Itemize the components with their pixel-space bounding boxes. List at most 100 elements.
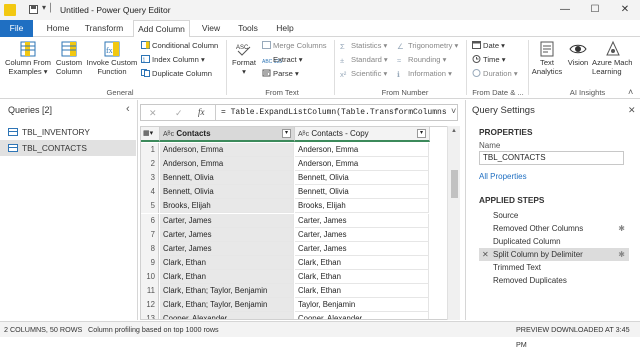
cell-contacts[interactable]: Clark, Ethan; Taylor, Benjamin: [160, 298, 294, 313]
cell-contacts-copy[interactable]: Anderson, Emma: [295, 157, 429, 172]
maximize-button[interactable]: ☐: [580, 0, 610, 20]
applied-step-selected[interactable]: ✕ Split Column by Delimiter ✱: [479, 248, 629, 261]
cell-contacts-copy[interactable]: Taylor, Benjamin: [295, 298, 429, 313]
tab-transform[interactable]: Transform: [80, 20, 128, 37]
tab-home[interactable]: Home: [40, 20, 76, 37]
all-properties-link[interactable]: All Properties: [479, 172, 527, 181]
save-icon[interactable]: [29, 5, 38, 14]
tab-tools[interactable]: Tools: [232, 20, 264, 37]
table-row[interactable]: 13 Cooper, Alexander Cooper, Alexander: [141, 312, 459, 319]
cell-contacts[interactable]: Carter, James: [160, 227, 294, 242]
query-name-field[interactable]: TBL_CONTACTS: [479, 151, 624, 165]
cell-contacts-copy[interactable]: Clark, Ethan: [295, 255, 429, 270]
trigonometry-button[interactable]: ∠ Trigonometry ▾: [397, 41, 458, 51]
cell-contacts[interactable]: Bennett, Olivia: [160, 171, 294, 186]
date-button[interactable]: Date ▾: [472, 41, 505, 51]
table-row[interactable]: 5 Brooks, Elijah Brooks, Elijah: [141, 199, 459, 214]
query-item-tbl-contacts[interactable]: TBL_CONTACTS: [0, 140, 136, 156]
table-row[interactable]: 11 Clark, Ethan; Taylor, Benjamin Clark, E…: [141, 284, 459, 298]
standard-button[interactable]: ± Standard ▾: [340, 55, 388, 65]
step-settings-gear-icon[interactable]: ✱: [618, 222, 625, 235]
applied-step[interactable]: Trimmed Text: [479, 261, 629, 274]
tab-add-column[interactable]: Add Column: [133, 20, 190, 38]
merge-columns-button[interactable]: Merge Columns: [262, 41, 327, 51]
cell-contacts-copy[interactable]: Bennett, Olivia: [295, 185, 429, 200]
quick-access-dropdown[interactable]: ▾ │: [42, 3, 53, 12]
table-row[interactable]: 8 Carter, James Carter, James: [141, 241, 459, 256]
cell-contacts[interactable]: Carter, James: [160, 241, 294, 256]
table-row[interactable]: 7 Carter, James Carter, James: [141, 227, 459, 242]
applied-step[interactable]: Removed Other Columns ✱: [479, 222, 629, 235]
cell-contacts[interactable]: Anderson, Emma: [160, 157, 294, 172]
close-button[interactable]: ✕: [610, 0, 640, 20]
step-settings-gear-icon[interactable]: ✱: [618, 248, 625, 261]
cell-contacts-copy[interactable]: Carter, James: [295, 241, 429, 256]
cell-contacts[interactable]: Cooper, Alexander: [160, 312, 294, 319]
cell-contacts[interactable]: Carter, James: [160, 213, 294, 228]
table-row[interactable]: 1 Anderson, Emma Anderson, Emma: [141, 143, 459, 157]
cell-contacts-copy[interactable]: Clark, Ethan: [295, 269, 429, 284]
cell-contacts-copy[interactable]: Cooper, Alexander: [295, 312, 429, 319]
cell-contacts[interactable]: Anderson, Emma: [160, 143, 294, 157]
vision-button[interactable]: Vision: [564, 40, 592, 68]
scroll-thumb[interactable]: [451, 170, 458, 198]
applied-step[interactable]: Source: [479, 209, 629, 222]
delete-step-icon[interactable]: ✕: [482, 248, 489, 261]
tab-help[interactable]: Help: [270, 20, 300, 37]
custom-column-button[interactable]: Custom Column: [54, 40, 84, 76]
cancel-formula-icon[interactable]: ✕: [149, 108, 157, 119]
query-item-tbl-inventory[interactable]: TBL_INVENTORY: [0, 124, 136, 140]
column-filter-icon[interactable]: ▾: [417, 129, 426, 138]
table-row[interactable]: 4 Bennett, Olivia Bennett, Olivia: [141, 185, 459, 200]
column-from-examples-button[interactable]: Column From Examples ▾: [3, 40, 53, 76]
invoke-custom-function-button[interactable]: fx Invoke Custom Function: [85, 40, 139, 76]
table-row[interactable]: 12 Clark, Ethan; Taylor, Benjamin Taylor,…: [141, 298, 459, 313]
scroll-up-icon[interactable]: ▲: [451, 128, 457, 134]
formula-input[interactable]: = Table.ExpandListColumn(Table.Transform…: [221, 108, 447, 117]
cell-contacts-copy[interactable]: Carter, James: [295, 213, 429, 228]
parse-button[interactable]: Parse ▾: [262, 69, 299, 79]
duplicate-column-button[interactable]: Duplicate Column: [141, 69, 212, 79]
tab-view[interactable]: View: [196, 20, 226, 37]
applied-step[interactable]: Removed Duplicates: [479, 274, 629, 287]
collapse-queries-icon[interactable]: ‹: [126, 103, 130, 115]
close-settings-icon[interactable]: ✕: [628, 105, 636, 116]
table-row[interactable]: 10 Clark, Ethan Clark, Ethan: [141, 269, 459, 284]
time-button[interactable]: Time ▾: [472, 55, 506, 65]
duration-button[interactable]: Duration ▾: [472, 69, 518, 79]
extract-button[interactable]: ABC 123Extract ▾: [262, 55, 303, 68]
cell-contacts-copy[interactable]: Anderson, Emma: [295, 143, 429, 157]
applied-step[interactable]: Duplicated Column: [479, 235, 629, 248]
cell-contacts[interactable]: Clark, Ethan; Taylor, Benjamin: [160, 284, 294, 298]
grid-scrollbar[interactable]: ▲: [447, 126, 460, 320]
rounding-button[interactable]: ≈ Rounding ▾: [397, 55, 446, 65]
index-column-button[interactable]: 1 Index Column ▾: [141, 55, 205, 65]
expand-formula-icon[interactable]: ˅: [451, 106, 456, 116]
text-type-icon[interactable]: Aᴮᴄ: [298, 131, 309, 138]
cell-contacts-copy[interactable]: Carter, James: [295, 227, 429, 242]
cell-contacts[interactable]: Bennett, Olivia: [160, 185, 294, 200]
column-header-contacts-copy[interactable]: Aᴮᴄ Contacts - Copy ▾: [295, 127, 430, 142]
table-row[interactable]: 6 Carter, James Carter, James: [141, 213, 459, 228]
statistics-button[interactable]: Σ Statistics ▾: [340, 41, 387, 51]
column-header-contacts[interactable]: Aᴮᴄ Contacts ▾: [160, 127, 295, 142]
fx-icon[interactable]: fx: [198, 107, 205, 117]
format-button[interactable]: ASC Format ▾: [230, 40, 258, 76]
azure-ml-button[interactable]: Azure Mach Learning: [592, 40, 638, 76]
conditional-column-button[interactable]: Conditional Column: [141, 41, 218, 51]
status-profiling[interactable]: Column profiling based on top 1000 rows: [88, 322, 219, 337]
column-filter-icon[interactable]: ▾: [282, 129, 291, 138]
tab-file[interactable]: File: [0, 20, 33, 37]
collapse-ribbon-icon[interactable]: ˄: [628, 87, 633, 97]
table-menu-icon[interactable]: ▦▾: [141, 127, 160, 142]
cell-contacts[interactable]: Clark, Ethan: [160, 255, 294, 270]
table-row[interactable]: 3 Bennett, Olivia Bennett, Olivia: [141, 171, 459, 186]
text-analytics-button[interactable]: Text Analytics: [530, 40, 564, 76]
minimize-button[interactable]: —: [550, 0, 580, 20]
information-button[interactable]: ℹ Information ▾: [397, 69, 452, 79]
cell-contacts-copy[interactable]: Clark, Ethan: [295, 284, 429, 298]
table-row[interactable]: 9 Clark, Ethan Clark, Ethan: [141, 255, 459, 270]
cell-contacts-copy[interactable]: Brooks, Elijah: [295, 199, 429, 214]
table-row[interactable]: 2 Anderson, Emma Anderson, Emma: [141, 157, 459, 172]
cell-contacts[interactable]: Clark, Ethan: [160, 269, 294, 284]
